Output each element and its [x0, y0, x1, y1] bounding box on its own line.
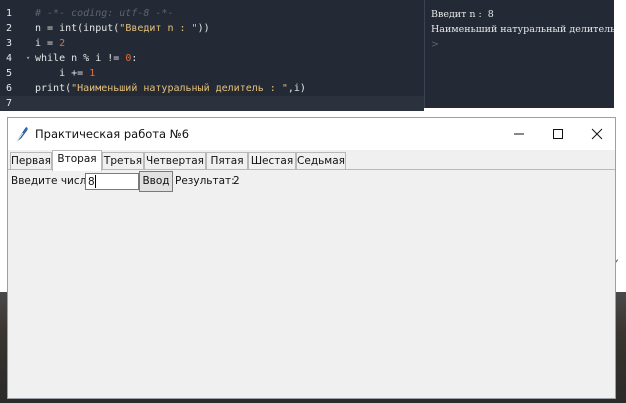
- line-number: 3: [6, 38, 13, 49]
- title-bar[interactable]: Практическая работа №6: [8, 118, 615, 150]
- tab-3[interactable]: Третья: [102, 152, 144, 170]
- fold-chevron-icon[interactable]: ▾: [26, 51, 30, 66]
- enter-button[interactable]: Ввод: [139, 171, 173, 192]
- result-value: 2: [233, 175, 240, 187]
- tab-7[interactable]: Седьмая: [296, 152, 346, 170]
- window-title: Практическая работа №6: [35, 127, 190, 141]
- code-text: # -*- coding: utf-8 -*-: [35, 8, 174, 19]
- tab-1[interactable]: Первая: [10, 152, 52, 170]
- line-number: 4: [6, 53, 13, 64]
- code-line[interactable]: 2 n = int(input("Введит n : ")): [0, 21, 424, 36]
- close-icon: [591, 128, 603, 140]
- tab-5[interactable]: Пятая: [206, 152, 248, 170]
- code-line[interactable]: 4 ▾ while n % i != 0:: [0, 51, 424, 66]
- output-line-result: Наименьший натуральный делитель : 2: [431, 24, 626, 35]
- line-number: 6: [6, 83, 13, 94]
- output-line-input: Введит n : 8: [431, 9, 494, 20]
- result-label: Результат:: [175, 175, 235, 187]
- code-editor: 1 # -*- coding: utf-8 -*- 2 n = int(input("…: [0, 0, 626, 111]
- code-line[interactable]: 7: [0, 96, 424, 111]
- output-console: Введит n : 8 Наименьший натуральный дели…: [424, 0, 626, 108]
- number-label: Введите число: [11, 175, 93, 187]
- number-input[interactable]: [85, 173, 139, 190]
- text-cursor: [95, 175, 96, 188]
- line-number: 5: [6, 68, 13, 79]
- tab-2[interactable]: Вторая: [52, 150, 102, 171]
- window-client-area: Первая Вторая Третья Четвертая Пятая Шестая Се…: [8, 150, 615, 398]
- minimize-button[interactable]: [497, 118, 541, 150]
- app-window: Практическая работа №6 Первая Вторая Треть…: [7, 117, 616, 399]
- code-text: print("Наименьший натуральный делитель :…: [35, 83, 306, 94]
- feather-icon: [16, 127, 28, 142]
- maximize-icon: [553, 129, 563, 139]
- tab-6[interactable]: Шестая: [248, 152, 296, 170]
- code-text: while n % i != 0:: [35, 53, 138, 64]
- code-text: i += 1: [35, 68, 96, 79]
- tab-panel: Введите число Ввод Результат: 2: [8, 169, 615, 398]
- line-number: 1: [6, 8, 13, 19]
- line-number: 7: [6, 98, 13, 109]
- close-button[interactable]: [575, 118, 619, 150]
- line-number: 2: [6, 23, 13, 34]
- maximize-button[interactable]: [536, 118, 580, 150]
- code-line[interactable]: 1 # -*- coding: utf-8 -*-: [0, 6, 424, 21]
- code-text: i = 2: [35, 38, 66, 49]
- notebook-tab-bar: Первая Вторая Третья Четвертая Пятая Шестая Се…: [10, 150, 610, 171]
- code-line[interactable]: 6 print("Наименьший натуральный делитель …: [0, 81, 424, 96]
- code-line[interactable]: 5 i += 1: [0, 66, 424, 81]
- code-pane[interactable]: 1 # -*- coding: utf-8 -*- 2 n = int(input("…: [0, 0, 424, 111]
- code-text: n = int(input("Введит n : ")): [35, 23, 210, 34]
- code-line[interactable]: 3 i = 2: [0, 36, 424, 51]
- minimize-icon: [514, 133, 524, 135]
- tab-4[interactable]: Четвертая: [144, 152, 206, 170]
- output-prompt: >: [431, 39, 439, 50]
